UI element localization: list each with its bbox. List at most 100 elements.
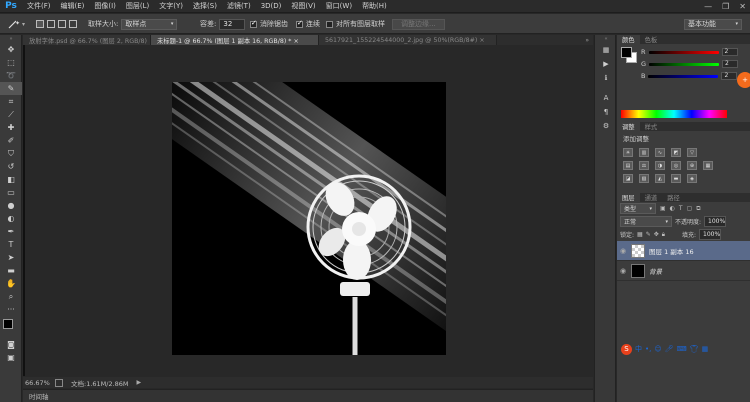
more-tools-icon[interactable]: ··· — [0, 303, 22, 316]
floating-badge-icon[interactable]: + — [737, 72, 750, 88]
curves-icon[interactable]: ∿ — [655, 148, 665, 157]
close-icon[interactable]: ✕ — [739, 2, 746, 11]
levels-icon[interactable]: ▥ — [639, 148, 649, 157]
hue-saturation-icon[interactable]: ▤ — [623, 161, 633, 170]
contiguous-checkbox[interactable]: 连续 — [296, 18, 320, 30]
tab-doc-2[interactable]: 未标题-1 @ 66.7% (图层 1 副本 16, RGB/8) * × — [151, 35, 319, 45]
pen-tool-icon[interactable]: ✒ — [0, 225, 22, 238]
move-tool-icon[interactable]: ✥ — [0, 43, 22, 56]
microphone-icon[interactable]: 🎤︎ — [665, 345, 674, 353]
filter-pixel-icon[interactable]: ▣ — [660, 205, 666, 212]
zoom-tool-icon[interactable]: ⌕ — [0, 290, 22, 303]
lock-paint-icon[interactable]: ✎ — [646, 231, 651, 238]
lock-move-icon[interactable]: ✥ — [654, 231, 659, 238]
menu-select[interactable]: 选择(S) — [188, 0, 222, 13]
layer-row[interactable]: ◉ 图层 1 副本 16 — [617, 241, 750, 261]
new-selection-icon[interactable] — [36, 20, 44, 28]
green-value[interactable]: 2 — [722, 60, 739, 68]
filter-type-icon[interactable]: T — [679, 205, 683, 212]
workspace-select[interactable]: 基本功能 ▾ — [684, 18, 742, 30]
fill-input[interactable]: 100% — [699, 229, 721, 240]
color-swatches[interactable] — [0, 316, 22, 338]
fg-color-swatch[interactable] — [621, 47, 632, 58]
tolerance-input[interactable]: 32 — [219, 18, 246, 30]
paragraph-panel-icon[interactable]: ¶ — [595, 105, 617, 119]
clothes-icon[interactable]: 👕︎ — [690, 345, 699, 353]
blue-slider[interactable] — [648, 74, 719, 78]
vibrance-icon[interactable]: ▽ — [687, 148, 697, 157]
tab-doc-3[interactable]: 5617921_155224544000_2.jpg @ 50%(RGB/8#)… — [319, 35, 497, 45]
menu-layer[interactable]: 图层(L) — [121, 0, 154, 13]
menu-window[interactable]: 窗口(W) — [321, 0, 357, 13]
menu-view[interactable]: 视图(V) — [286, 0, 320, 13]
refine-edge-button[interactable]: 调整边缘... — [392, 18, 445, 30]
dodge-tool-icon[interactable]: ◐ — [0, 212, 22, 225]
visibility-eye-icon[interactable]: ◉ — [617, 247, 629, 255]
history-brush-tool-icon[interactable]: ↺ — [0, 160, 22, 173]
sogou-ime-icon[interactable]: S — [621, 343, 632, 355]
checkbox-checked[interactable] — [250, 19, 257, 28]
channel-mixer-icon[interactable]: ⊕ — [687, 161, 697, 170]
eyedropper-tool-icon[interactable]: ⟋ — [0, 108, 22, 121]
lock-all-icon[interactable]: 🔒︎ — [662, 231, 665, 239]
restore-icon[interactable]: ❐ — [722, 2, 729, 11]
menu-3d[interactable]: 3D(D) — [256, 0, 287, 13]
layer-row[interactable]: ◉ 背景 — [617, 261, 750, 281]
invert-icon[interactable]: ◪ — [623, 174, 633, 183]
foreground-color-swatch[interactable] — [3, 319, 13, 329]
screen-mode-icon[interactable]: ▣ — [0, 351, 22, 364]
opacity-input[interactable]: 100% — [704, 216, 727, 227]
type-tool-icon[interactable]: T — [0, 238, 22, 251]
tab-swatches[interactable]: 色板 — [640, 35, 663, 44]
layer-name[interactable]: 背景 — [649, 266, 662, 276]
brightness-icon[interactable]: ☀ — [623, 148, 633, 157]
timeline-tab[interactable]: 时间轴 — [23, 391, 49, 401]
status-menu-arrow-icon[interactable]: ▶ — [137, 379, 142, 386]
magic-wand-tool-icon[interactable]: ✎ — [0, 82, 22, 95]
tab-doc-1[interactable]: 放射字体.psd @ 66.7% (图层 2, RGB/8) × — [23, 35, 151, 45]
lasso-tool-icon[interactable]: ➰ — [0, 69, 22, 82]
history-panel-icon[interactable]: ▦ — [595, 43, 617, 57]
marquee-tool-icon[interactable]: ⬚ — [0, 56, 22, 69]
character-panel-icon[interactable]: A — [595, 91, 617, 105]
panel-collapse-icon[interactable]: » — [0, 35, 22, 43]
document-canvas[interactable] — [172, 82, 446, 355]
red-value[interactable]: 2 — [721, 48, 738, 56]
layer-filter-select[interactable]: 类型 ▾ — [620, 203, 656, 214]
add-selection-icon[interactable] — [47, 20, 55, 28]
checkbox-unchecked[interactable] — [326, 20, 333, 28]
gradient-tool-icon[interactable]: ▭ — [0, 186, 22, 199]
info-panel-icon[interactable]: ℹ — [595, 71, 617, 85]
shape-tool-icon[interactable]: ▬ — [0, 264, 22, 277]
actions-panel-icon[interactable]: ▶ — [595, 57, 617, 71]
gradient-map-icon[interactable]: ▬ — [671, 174, 681, 183]
filter-adjust-icon[interactable]: ◐ — [670, 205, 675, 212]
clone-stamp-tool-icon[interactable]: ⛉ — [0, 147, 22, 160]
filter-smart-icon[interactable]: ⧉ — [696, 205, 700, 213]
red-slider[interactable] — [648, 50, 719, 54]
blue-value[interactable]: 2 — [721, 72, 738, 80]
path-selection-tool-icon[interactable]: ➤ — [0, 251, 22, 264]
hand-tool-icon[interactable]: ✋ — [0, 277, 22, 290]
exposure-icon[interactable]: ◩ — [671, 148, 681, 157]
color-lookup-icon[interactable]: ▦ — [703, 161, 713, 170]
selective-color-icon[interactable]: ◈ — [687, 174, 697, 183]
tabs-overflow-icon[interactable]: » — [497, 35, 593, 45]
eraser-tool-icon[interactable]: ◧ — [0, 173, 22, 186]
ime-lang-indicator[interactable]: 中 — [635, 344, 642, 354]
dock-collapse-icon[interactable]: « — [595, 35, 617, 43]
brush-tool-icon[interactable]: ✐ — [0, 134, 22, 147]
sample-size-select[interactable]: 取样点 ▾ — [121, 18, 178, 30]
quick-mask-icon[interactable]: ◙ — [0, 338, 22, 351]
keyboard-icon[interactable]: ⌨ — [677, 345, 687, 353]
menu-help[interactable]: 帮助(H) — [357, 0, 392, 13]
posterize-icon[interactable]: ▧ — [639, 174, 649, 183]
threshold-icon[interactable]: ◭ — [655, 174, 665, 183]
green-slider[interactable] — [649, 62, 720, 66]
menu-image[interactable]: 图像(I) — [89, 0, 121, 13]
blur-tool-icon[interactable]: ● — [0, 199, 22, 212]
menu-edit[interactable]: 编辑(E) — [56, 0, 90, 13]
crop-tool-icon[interactable]: ⌗ — [0, 95, 22, 108]
tab-color[interactable]: 颜色 — [617, 35, 640, 44]
tab-layers[interactable]: 图层 — [617, 193, 640, 202]
